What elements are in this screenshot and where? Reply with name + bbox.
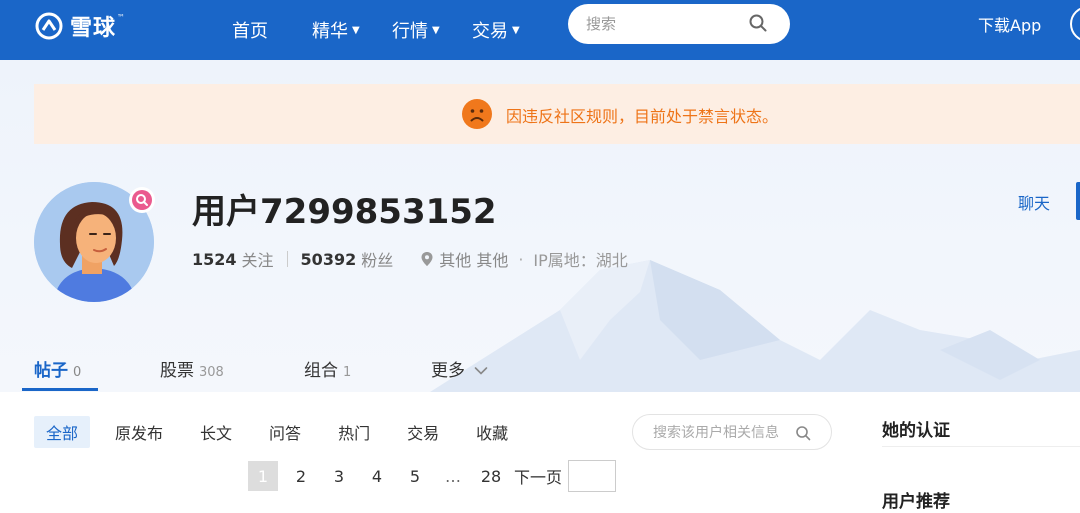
following-label[interactable]: 关注 — [242, 247, 274, 271]
nav-home[interactable]: 首页 — [232, 0, 268, 60]
pagination: 1 2 3 4 5 … 28 下一页 — [248, 460, 617, 492]
page-5[interactable]: 5 — [400, 461, 430, 491]
active-tab-indicator — [22, 388, 98, 391]
followers-label[interactable]: 粉丝 — [361, 247, 393, 271]
sad-face-icon — [462, 99, 492, 129]
global-search-input[interactable] — [586, 13, 746, 35]
tab-posts-count: 0 — [73, 365, 82, 380]
follow-button-edge[interactable] — [1076, 182, 1080, 220]
filter-long-article[interactable]: 长文 — [188, 416, 244, 448]
current-user-avatar[interactable] — [1070, 6, 1080, 42]
tab-stocks-label: 股票 — [160, 361, 194, 381]
following-count[interactable]: 1524 — [192, 250, 237, 269]
ban-notice-banner: 因违反社区规则，目前处于禁言状态。 — [34, 84, 1080, 144]
location-text: 其他 其他 — [439, 251, 509, 270]
chevron-down-icon — [475, 367, 488, 375]
logo-text: 雪球 — [70, 16, 117, 41]
badge-search-icon — [132, 190, 152, 210]
search-icon[interactable] — [795, 425, 811, 441]
nav-market-label: 行情 — [392, 21, 428, 42]
caret-down-icon: ▼ — [352, 24, 360, 36]
tab-posts-label: 帖子 — [34, 361, 68, 381]
filter-qa[interactable]: 问答 — [257, 416, 313, 448]
page-last[interactable]: 28 — [476, 461, 506, 491]
nav-featured-label: 精华 — [312, 21, 348, 42]
top-nav-bar: 雪球 ™ 首页 精华 ▼ 行情 ▼ 交易 ▼ 下载App — [0, 0, 1080, 60]
tab-more[interactable]: 更多 — [431, 356, 488, 381]
tab-portfolio-label: 组合 — [304, 361, 338, 381]
filter-original[interactable]: 原发布 — [103, 416, 175, 448]
location-pin-icon — [421, 252, 433, 266]
tab-portfolio-count: 1 — [343, 365, 352, 380]
caret-down-icon: ▼ — [432, 24, 440, 36]
nav-trade-label: 交易 — [472, 21, 508, 42]
user-content-search-input[interactable] — [653, 423, 793, 443]
caret-down-icon: ▼ — [512, 24, 520, 36]
profile-username: 用户7299853152 — [192, 192, 497, 232]
snowball-logo[interactable]: 雪球 ™ — [34, 10, 125, 42]
page-1[interactable]: 1 — [248, 461, 278, 491]
page-3[interactable]: 3 — [324, 461, 354, 491]
sidebar-divider — [882, 446, 1080, 447]
nav-home-label: 首页 — [232, 21, 268, 42]
chat-button[interactable]: 聊天 — [1018, 190, 1050, 214]
filter-all[interactable]: 全部 — [34, 416, 91, 448]
tab-posts[interactable]: 帖子 0 — [34, 356, 81, 381]
user-content-search[interactable] — [632, 414, 832, 450]
dot-separator: · — [518, 249, 524, 269]
logo-trademark: ™ — [117, 12, 126, 22]
tab-stocks[interactable]: 股票 308 — [160, 356, 224, 381]
filter-favorites[interactable]: 收藏 — [464, 416, 520, 448]
page-4[interactable]: 4 — [362, 461, 392, 491]
followers-count[interactable]: 50392 — [301, 250, 357, 269]
page-jump-input[interactable] — [568, 460, 617, 492]
next-page-button[interactable]: 下一页 — [514, 461, 562, 491]
nav-trade[interactable]: 交易 ▼ — [472, 0, 520, 60]
certification-heading: 她的认证 — [882, 421, 950, 441]
global-search-box[interactable] — [568, 4, 790, 44]
page-ellipsis: … — [445, 466, 461, 486]
ip-location-text: IP属地：湖北 — [533, 251, 628, 270]
user-recommend-heading: 用户推荐 — [882, 492, 950, 512]
filter-trade[interactable]: 交易 — [395, 416, 451, 448]
post-filter-bar: 全部 原发布 长文 问答 热门 交易 收藏 — [34, 416, 533, 448]
tab-more-label: 更多 — [431, 361, 465, 381]
profile-tabs: 帖子 0 股票 308 组合 1 更多 — [0, 346, 1080, 392]
download-app-link[interactable]: 下载App — [978, 12, 1041, 36]
page-2[interactable]: 2 — [286, 461, 316, 491]
tab-portfolio[interactable]: 组合 1 — [304, 356, 351, 381]
ban-notice-text: 因违反社区规则，目前处于禁言状态。 — [506, 107, 779, 126]
snowball-logo-icon — [35, 12, 63, 40]
search-icon[interactable] — [748, 13, 768, 33]
nav-featured[interactable]: 精华 ▼ — [312, 0, 360, 60]
filter-hot[interactable]: 热门 — [326, 416, 382, 448]
nav-market[interactable]: 行情 ▼ — [392, 0, 440, 60]
tab-stocks-count: 308 — [199, 365, 224, 380]
stats-divider — [286, 251, 288, 267]
profile-stats: 1524 关注 50392 粉丝 其他 其他 · IP属地：湖北 — [192, 247, 628, 271]
verified-badge — [129, 187, 155, 213]
